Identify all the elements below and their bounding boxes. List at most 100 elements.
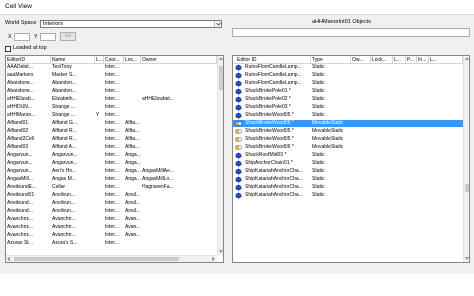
column-header[interactable]: Name: [51, 56, 95, 64]
table-row[interactable]: ShipKatariahAnchorCha... Static: [233, 192, 463, 199]
scroll-thumb[interactable]: [465, 184, 469, 192]
table-cell: [141, 128, 217, 135]
scroll-down-icon[interactable]: [464, 255, 469, 261]
static-icon: [235, 184, 242, 191]
table-row[interactable]: ShackBrokePole01 * Static: [233, 88, 463, 95]
objects-filter-input[interactable]: [232, 28, 470, 37]
table-cell: [141, 200, 217, 207]
table-row[interactable]: Abandone... Abandon... Inter...: [6, 88, 217, 95]
scroll-up-icon[interactable]: [218, 56, 223, 62]
x-coordinate-input[interactable]: [14, 33, 30, 41]
table-row[interactable]: Avanchnz... Avanchn... Inter... Avan...: [6, 232, 217, 239]
y-coordinate-input[interactable]: [40, 33, 56, 41]
cell-list[interactable]: EditorID Name L... Coor... Loc... Owner AAADe…: [5, 55, 224, 263]
table-cell: [95, 232, 104, 239]
scroll-down-icon[interactable]: [218, 248, 223, 254]
cell-view-panel: World Space Interiors X Y Go Loaded at t…: [0, 14, 474, 274]
column-header[interactable]: Ow...: [351, 56, 371, 64]
table-cell: Aeri's Ho...: [52, 168, 77, 174]
table-row[interactable]: ShackBrokePole03 * Static: [233, 104, 463, 111]
table-row[interactable]: Ansilvund... Ansilvun... Inter... Ansil...: [6, 200, 217, 207]
column-header[interactable]: L...: [393, 56, 406, 64]
table-row[interactable]: Azuras St... Azura's S... Inter...: [6, 240, 217, 247]
table-row[interactable]: aaaMarkers Marker S... Inter...: [6, 72, 217, 79]
table-cell: Marker S...: [52, 72, 77, 78]
table-row[interactable]: Abandone... Abandon... Inter...: [6, 80, 217, 87]
table-row[interactable]: AngasMill... Angas M... Inter... Anga... Ang…: [6, 176, 217, 183]
table-row[interactable]: ShipAnchorChain01 * Static: [233, 160, 463, 167]
table-row[interactable]: ShackBrokeWood05 * MovableStatic: [233, 128, 463, 135]
worldspace-dropdown[interactable]: Interiors: [40, 20, 222, 28]
table-row[interactable]: AnsilvundE... Cellar Inter... HagravenFa...: [6, 184, 217, 191]
table-row[interactable]: RuinsFloorCandleLamp... Static: [233, 72, 463, 79]
column-header[interactable]: Owner: [141, 56, 217, 64]
table-cell: [124, 240, 141, 247]
chevron-down-icon[interactable]: [214, 21, 221, 27]
table-row[interactable]: AAADelet... TestTony Inter...: [6, 64, 217, 71]
table-row[interactable]: Angarvun... Angarvun... Inter... Anga...: [6, 160, 217, 167]
table-row[interactable]: ShackBrokeWood06 * MovableStatic: [233, 120, 463, 127]
table-cell: Azuras St...: [7, 240, 33, 246]
object-type: Static: [312, 72, 325, 78]
table-row[interactable]: Alftand03 Alftand A... Inter... Alfta...: [6, 144, 217, 151]
object-editor-id: ShackBrokeWood05 *: [245, 128, 294, 134]
table-cell: Inter...: [105, 208, 119, 214]
table-cell: Alfta...: [125, 120, 140, 126]
table-row[interactable]: RuinsFloorCandleLamp... Static: [233, 64, 463, 71]
table-row[interactable]: aHHManor... Strange ... Y Inter...: [6, 112, 217, 119]
table-cell: [141, 72, 217, 79]
table-row[interactable]: aHHElizab... Elizabeth... Inter... aHHEliza…: [6, 96, 217, 103]
table-cell: Inter...: [105, 88, 119, 94]
object-editor-id: ShackBrokeWood06 *: [245, 120, 294, 126]
column-header[interactable]: L...: [429, 56, 463, 64]
scroll-thumb[interactable]: [219, 66, 223, 90]
table-row[interactable]: Alftand01 Alftand G... Inter... Alfta...: [6, 120, 217, 127]
table-row[interactable]: aHHDUN... Strange ... Inter...: [6, 104, 217, 111]
scroll-left-icon[interactable]: [6, 256, 12, 262]
table-row[interactable]: ShackBrokeWood05 * Static: [233, 112, 463, 119]
object-type: Static: [312, 88, 325, 94]
table-row[interactable]: Avanchnz... Avanchn... Inter... Avan...: [6, 224, 217, 231]
loaded-at-top-checkbox[interactable]: [5, 46, 11, 52]
cell-list-horizontal-scrollbar[interactable]: [6, 255, 217, 262]
window-title: Cell View: [0, 0, 474, 14]
table-row[interactable]: ShipKatariahAnchorCha... Static: [233, 184, 463, 191]
column-header[interactable]: Editor ID: [233, 56, 311, 64]
object-type: Static: [312, 96, 325, 102]
table-cell: [95, 88, 104, 95]
table-row[interactable]: Avanchnz... Avanchn... Inter... Avan...: [6, 216, 217, 223]
table-row[interactable]: ShipKatariahAnchorCha... Static: [233, 176, 463, 183]
column-header[interactable]: L...: [95, 56, 104, 64]
scroll-thumb-horizontal[interactable]: [14, 257, 179, 261]
object-list-vertical-scrollbar[interactable]: [463, 56, 469, 262]
scroll-up-icon[interactable]: [464, 56, 469, 62]
go-button[interactable]: Go: [60, 32, 76, 41]
table-row[interactable]: ShackBrokeWood06 * MovableStatic: [233, 144, 463, 151]
table-row[interactable]: Ansilvund01 Ansilvun... Inter... Ansil...: [6, 192, 217, 199]
column-header[interactable]: Loc...: [124, 56, 141, 64]
table-cell: AAADelet...: [7, 64, 33, 70]
cell-list-vertical-scrollbar[interactable]: [217, 56, 223, 255]
column-header[interactable]: P...: [406, 56, 417, 64]
table-row[interactable]: Alftand2Cell Alftand R... Inter... Alfta...: [6, 136, 217, 143]
table-row[interactable]: Alftand02 Alftand R... Inter... Alfta...: [6, 128, 217, 135]
scroll-right-icon[interactable]: [210, 256, 216, 262]
static-icon: [235, 160, 242, 167]
table-row[interactable]: Ansilvund... Ansilvun... Inter... Ansil...: [6, 208, 217, 215]
table-row[interactable]: ShackBrokeWood05 * MovableStatic: [233, 136, 463, 143]
table-row[interactable]: RuinsFloorCandleLamp... Static: [233, 80, 463, 87]
table-row[interactable]: Angarvun... Angarvun... Inter... Anga...: [6, 152, 217, 159]
table-cell: [95, 208, 104, 215]
object-list[interactable]: Editor ID Type Ow... Lock... L... P... In... L.…: [232, 55, 470, 263]
column-header[interactable]: Type: [311, 56, 351, 64]
table-row[interactable]: ShackBrokePole02 * Static: [233, 96, 463, 103]
column-header[interactable]: In...: [417, 56, 429, 64]
table-row[interactable]: ShipKatariahAnchorCha... Static: [233, 168, 463, 175]
column-header[interactable]: Lock...: [371, 56, 393, 64]
column-header[interactable]: EditorID: [6, 56, 51, 64]
column-header[interactable]: Coor...: [104, 56, 124, 64]
table-cell: Avan...: [125, 224, 141, 230]
table-cell: [141, 224, 217, 231]
table-row[interactable]: Angarvun... Aeri's Ho... Inter... Anga... An…: [6, 168, 217, 175]
table-row[interactable]: ShackRoofMid03 * Static: [233, 152, 463, 159]
